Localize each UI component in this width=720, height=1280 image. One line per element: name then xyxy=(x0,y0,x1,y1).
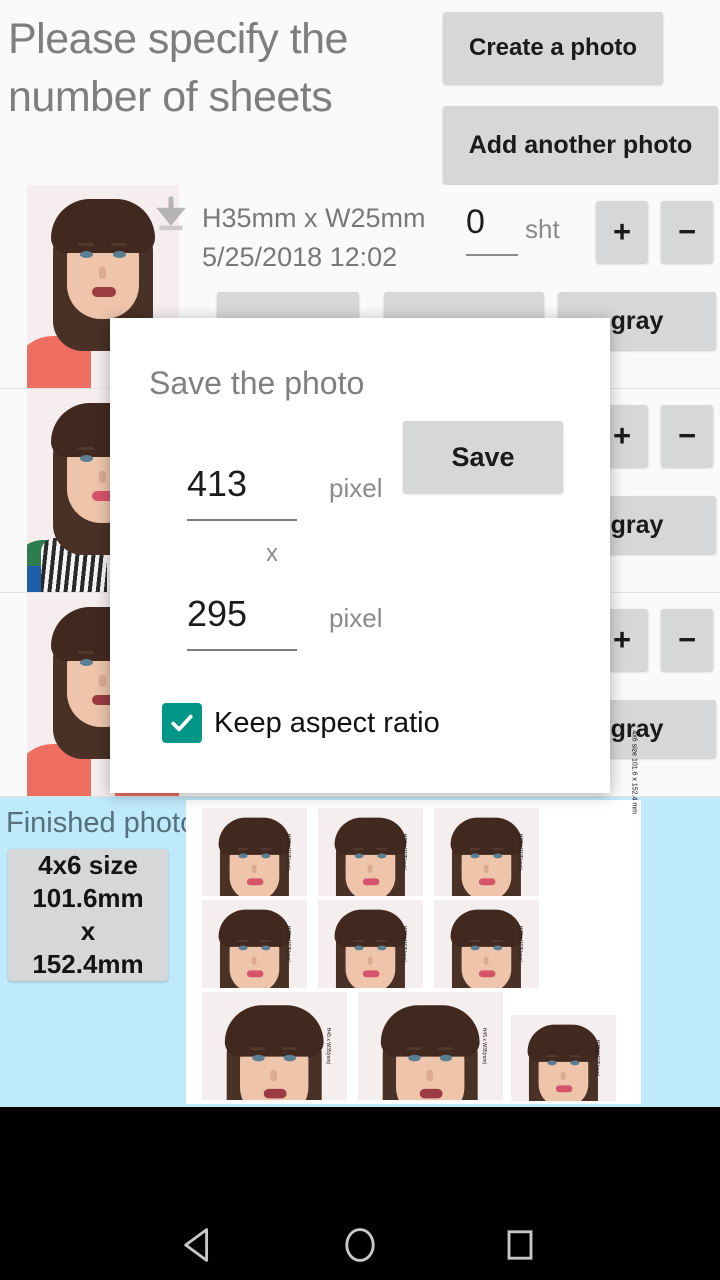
home-circle-icon xyxy=(345,1228,375,1262)
recent-apps-button[interactable] xyxy=(490,1215,550,1275)
back-button[interactable] xyxy=(170,1215,230,1275)
height-unit-label: pixel xyxy=(329,603,383,633)
android-navigation-bar xyxy=(0,1107,720,1280)
dimension-separator: x xyxy=(266,540,278,567)
home-button[interactable] xyxy=(330,1215,390,1275)
keep-aspect-ratio-label: Keep aspect ratio xyxy=(214,707,440,739)
app-root: Please specify the number of sheets Crea… xyxy=(0,0,720,1280)
width-unit-label: pixel xyxy=(329,473,383,503)
width-input[interactable]: 413 xyxy=(187,463,297,521)
dialog-title: Save the photo xyxy=(149,365,365,401)
keep-aspect-ratio-checkbox[interactable] xyxy=(162,703,202,743)
recent-square-icon xyxy=(507,1230,533,1260)
save-button[interactable]: Save xyxy=(403,421,563,493)
save-photo-dialog: Save the photo 413 pixel x 295 pixel Sav… xyxy=(110,318,610,793)
back-triangle-icon xyxy=(184,1228,209,1262)
checkmark-icon xyxy=(171,714,193,732)
height-input[interactable]: 295 xyxy=(187,593,297,651)
